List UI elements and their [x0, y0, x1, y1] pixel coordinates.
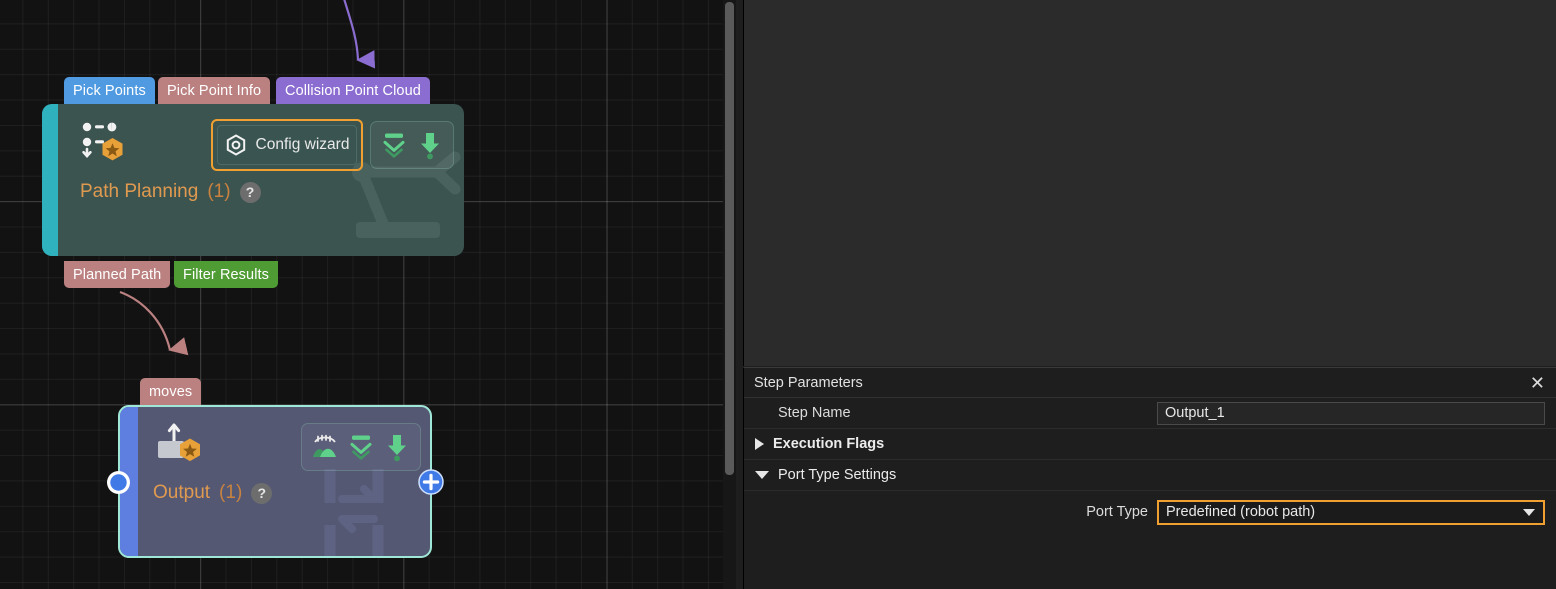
node-graph-canvas[interactable]: Pick Points Pick Point Info Collision Po… — [0, 0, 736, 589]
vertical-scrollbar[interactable] — [725, 2, 734, 475]
port-chip-label: Collision Point Cloud — [285, 83, 421, 99]
port-chip-filter-results[interactable]: Filter Results — [174, 261, 278, 288]
port-chip-pick-point-info[interactable]: Pick Point Info — [158, 77, 270, 104]
port-chip-label: Filter Results — [183, 267, 269, 283]
step-name-label: Step Name — [744, 405, 851, 421]
step-name-input[interactable]: Output_1 — [1157, 402, 1545, 425]
node-instance-count: (1) — [219, 482, 242, 504]
input-port-dot[interactable] — [104, 468, 133, 497]
node-title-text: Path Planning — [80, 181, 198, 203]
application-window: Pick Points Pick Point Info Collision Po… — [0, 0, 1556, 589]
port-chip-moves[interactable]: moves — [140, 378, 201, 405]
chevron-down-icon[interactable] — [1523, 509, 1535, 516]
port-type-label: Port Type — [1086, 504, 1148, 520]
port-type-settings-section[interactable]: Port Type Settings — [744, 460, 1556, 491]
exchange-watermark — [316, 463, 432, 558]
node-instance-count: (1) — [207, 181, 230, 203]
port-type-dropdown[interactable]: Predefined (robot path) — [1157, 500, 1545, 525]
node-title-text: Output — [153, 482, 210, 504]
execution-flags-section[interactable]: Execution Flags — [744, 429, 1556, 460]
triangle-right-icon[interactable] — [755, 438, 764, 450]
node-title-path-planning: Path Planning (1) ? — [80, 181, 261, 203]
output-box-icon — [156, 421, 204, 467]
panel-title: Step Parameters — [754, 375, 863, 391]
download-arrow-icon[interactable] — [416, 130, 444, 160]
step-parameters-panel: Step Parameters ✕ Step Name Output_1 Exe… — [743, 367, 1556, 589]
node-icon-tray — [370, 121, 454, 169]
collision-point-cloud-wire — [336, 0, 358, 60]
3d-viewport[interactable] — [743, 0, 1556, 366]
step-parameters-header: Step Parameters ✕ — [744, 368, 1556, 398]
triangle-down-icon[interactable] — [755, 471, 769, 479]
right-panel: Step Parameters ✕ Step Name Output_1 Exe… — [736, 0, 1556, 589]
port-chip-label: Pick Points — [73, 83, 146, 99]
config-wizard-frame: Config wizard — [211, 119, 363, 171]
port-chip-collision-point-cloud[interactable]: Collision Point Cloud — [276, 77, 430, 104]
port-type-row: Port Type Predefined (robot path) — [744, 491, 1556, 533]
port-chip-planned-path[interactable]: Planned Path — [64, 261, 170, 288]
node-icon-tray — [301, 423, 421, 471]
planned-path-to-moves-wire — [120, 292, 170, 350]
download-arrow-icon[interactable] — [383, 432, 411, 462]
add-port-button[interactable] — [418, 469, 444, 495]
port-type-value: Predefined (robot path) — [1166, 504, 1315, 520]
port-type-settings-label: Port Type Settings — [778, 467, 896, 483]
config-wizard-button[interactable]: Config wizard — [217, 125, 357, 165]
port-chip-label: Planned Path — [73, 267, 161, 283]
help-icon[interactable]: ? — [240, 182, 261, 203]
execution-flags-label: Execution Flags — [773, 436, 884, 452]
node-title-output: Output (1) ? — [153, 482, 272, 504]
help-icon[interactable]: ? — [251, 483, 272, 504]
port-chip-pick-points[interactable]: Pick Points — [64, 77, 155, 104]
node-accent-bar — [42, 104, 58, 256]
config-wizard-label: Config wizard — [256, 136, 350, 154]
path-planning-icon — [80, 118, 128, 164]
collapse-chevrons-icon[interactable] — [380, 130, 408, 160]
collapse-chevrons-icon[interactable] — [347, 432, 375, 462]
node-output[interactable]: Output (1) ? — [118, 405, 432, 558]
port-chip-label: moves — [149, 384, 192, 400]
node-path-planning[interactable]: Config wizard Path Planning (1) — [42, 104, 464, 256]
port-chip-label: Pick Point Info — [167, 83, 261, 99]
close-icon[interactable]: ✕ — [1530, 374, 1545, 392]
gear-hex-icon — [225, 134, 247, 156]
point-cloud-icon[interactable] — [311, 432, 339, 462]
step-name-row: Step Name Output_1 — [744, 398, 1556, 429]
